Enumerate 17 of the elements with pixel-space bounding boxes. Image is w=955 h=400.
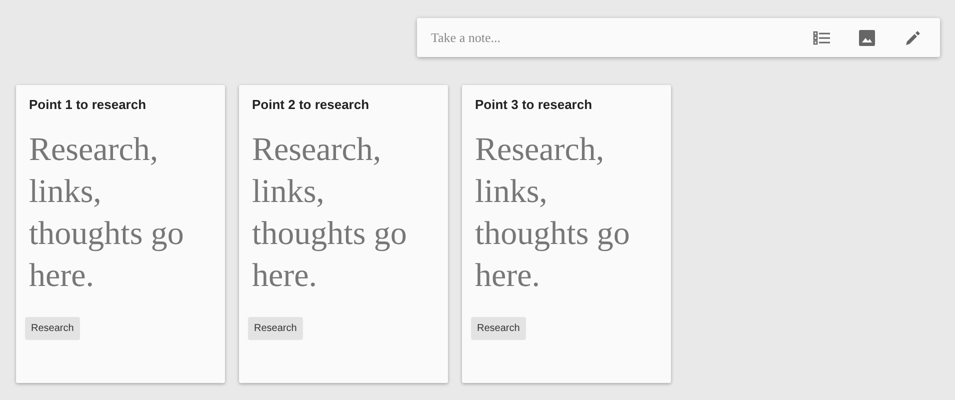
checklist-icon — [812, 30, 830, 44]
note-text: Research, links, thoughts go here. — [29, 130, 185, 296]
note-title: Point 2 to research — [252, 96, 370, 114]
note-text: Research, links, thoughts go here. — [475, 130, 631, 296]
image-icon — [859, 30, 875, 46]
note-card[interactable]: Point 2 to research Research, links, thoughts go here. Research — [239, 85, 448, 383]
label-tag[interactable]: Research — [471, 316, 526, 340]
note-text: Research, links, thoughts go here. — [252, 130, 408, 296]
note-title: Point 1 to research — [29, 96, 148, 114]
label-tag[interactable]: Research — [248, 316, 303, 340]
label-tag[interactable]: Research — [25, 316, 80, 340]
pen-icon — [905, 30, 921, 46]
note-card[interactable]: Point 1 to research Research, links, thoughts go here. Research — [16, 85, 225, 383]
note-input-field[interactable]: Take a note... — [429, 24, 786, 50]
note-title: Point 3 to research — [475, 96, 594, 114]
note-bar[interactable]: Take a note... — [417, 18, 940, 57]
note-card[interactable]: Point 3 to research Research, links, thoughts go here. Research — [462, 85, 671, 383]
